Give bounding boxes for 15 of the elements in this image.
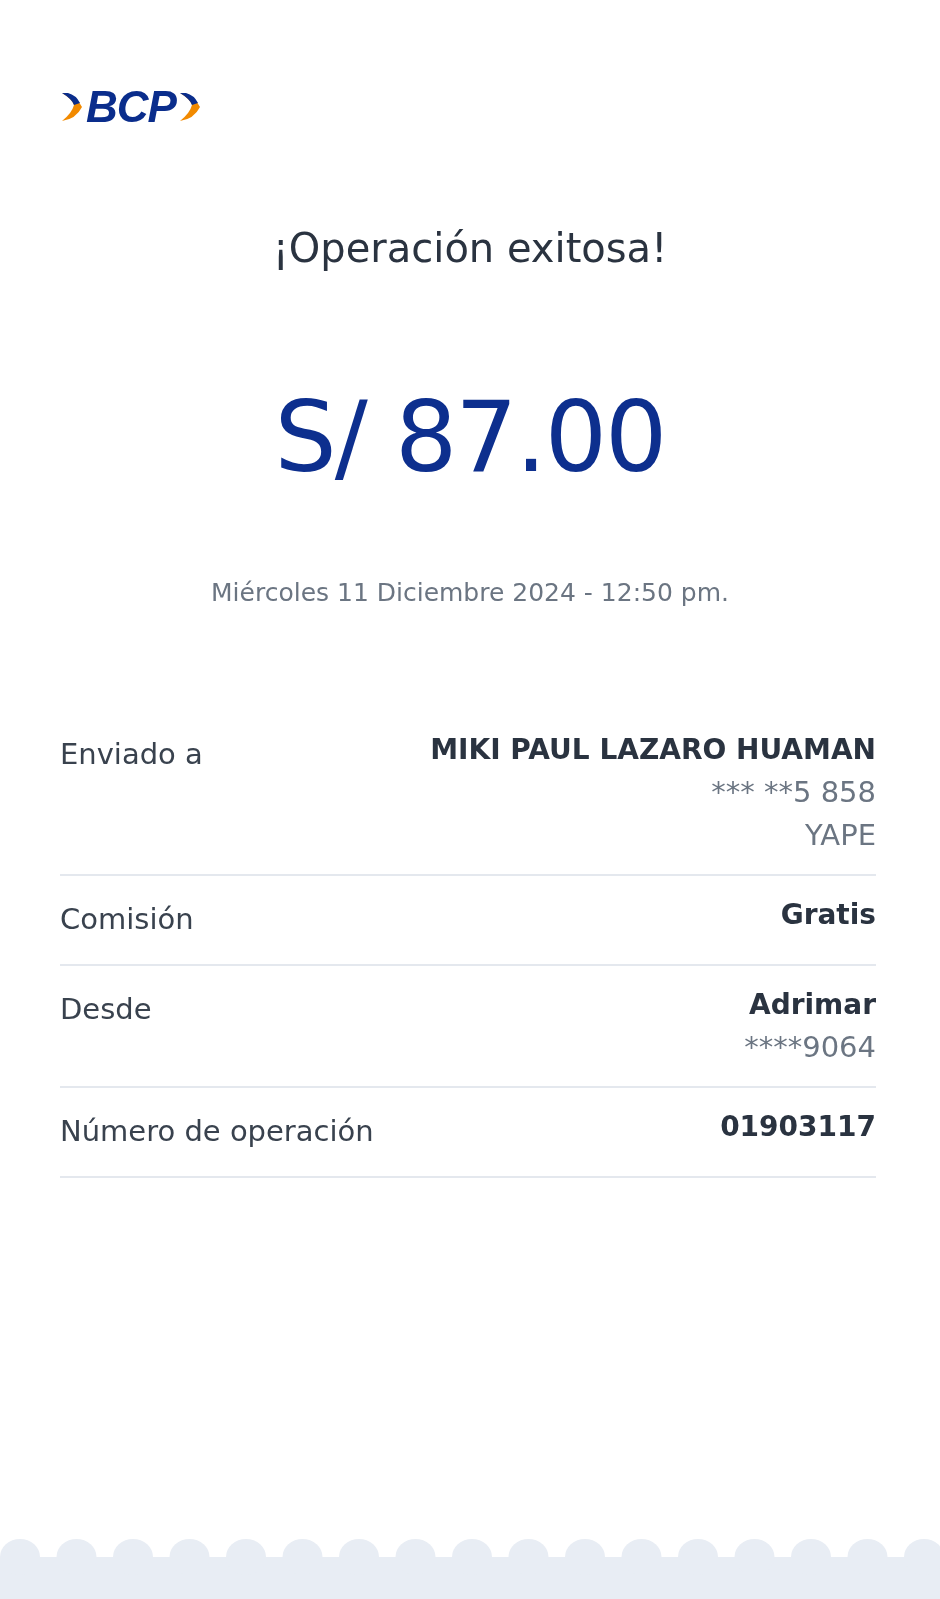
detail-label: Enviado a	[60, 736, 203, 774]
logo-text: BCP	[86, 85, 176, 129]
detail-value: ****9064	[744, 1029, 876, 1065]
detail-value: Adrimar	[749, 988, 876, 1022]
detail-value: Gratis	[780, 898, 876, 933]
detail-value: YAPE	[804, 817, 876, 853]
detail-label: Número de operación	[60, 1113, 374, 1151]
detail-value: 01903117	[720, 1110, 876, 1144]
detail-label: Desde	[60, 991, 152, 1028]
detail-label: Comisión	[60, 901, 194, 939]
detail-value: MIKI PAUL LAZARO HUAMAN	[430, 733, 876, 767]
detail-value: *** **5 858	[711, 774, 876, 810]
success-title: ¡Operación exitosa!	[271, 224, 669, 272]
date-time: Miércoles 11 Diciembre 2024 - 12:50 pm.	[210, 576, 730, 609]
amount: S/ 87.00	[273, 384, 667, 492]
